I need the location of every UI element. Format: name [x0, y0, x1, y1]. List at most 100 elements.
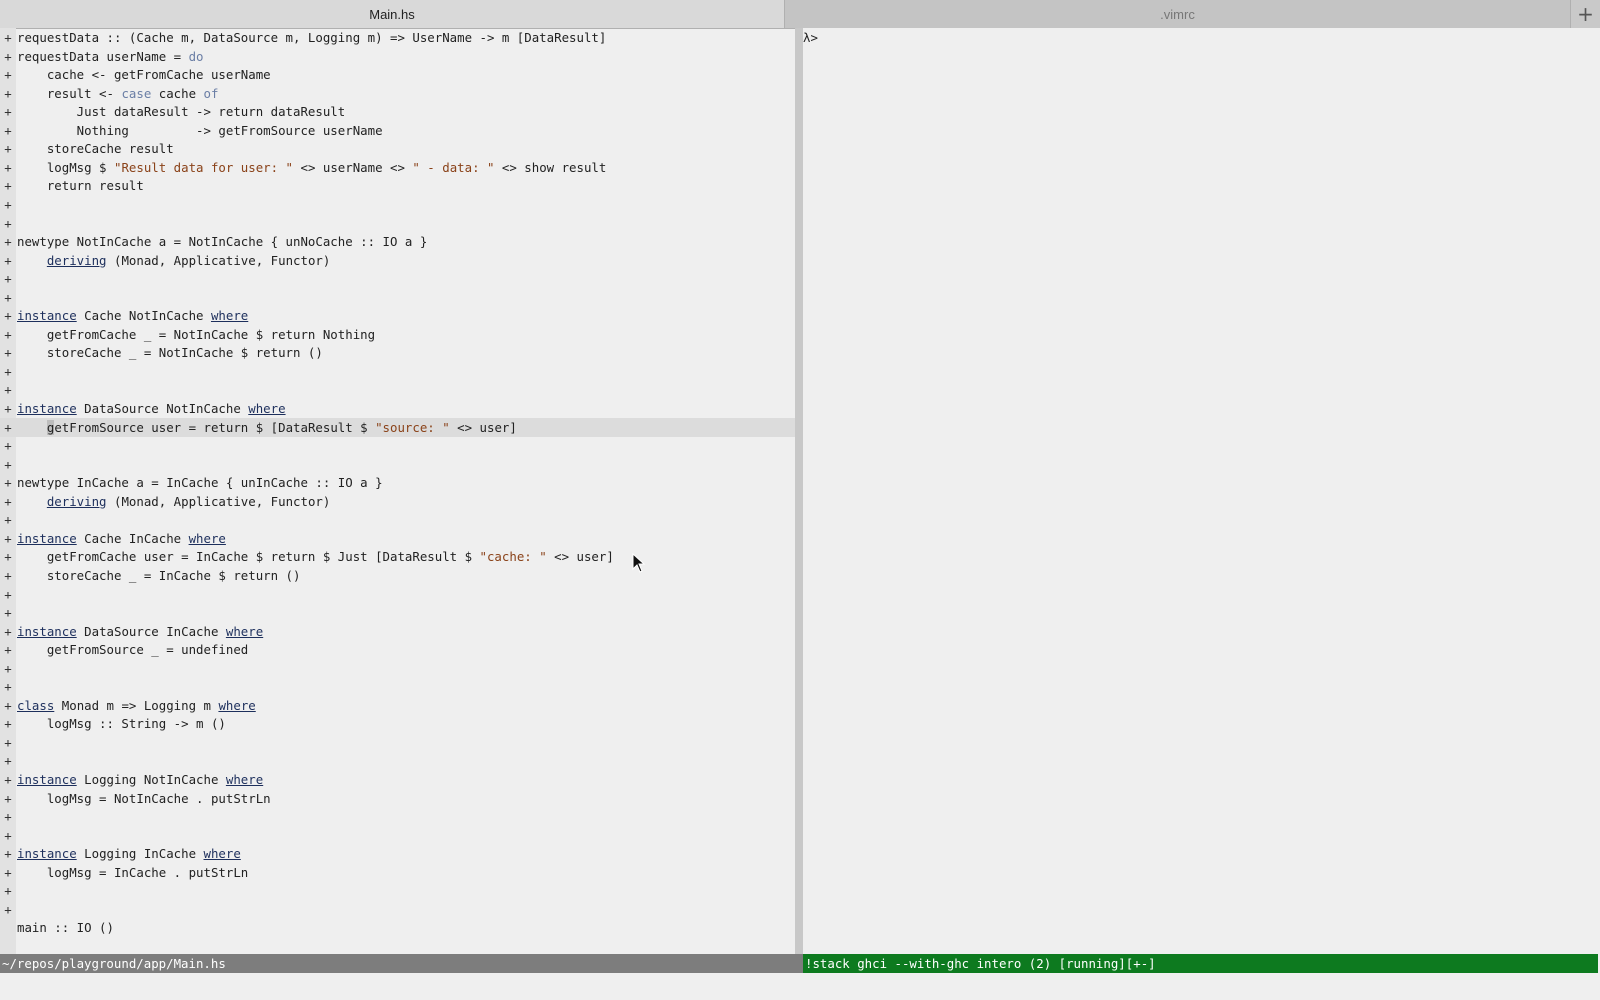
code-line[interactable]: + getFromSource user = return $ [DataRes…: [0, 417, 795, 437]
code-line[interactable]: +: [0, 881, 795, 900]
code-line[interactable]: +: [0, 807, 795, 826]
code-line[interactable]: +: [0, 826, 795, 845]
code-line[interactable]: + instance Logging NotInCache where: [0, 770, 795, 789]
code-line[interactable]: +: [0, 585, 795, 604]
git-added-sign: +: [4, 660, 12, 676]
tab-vimrc[interactable]: .vimrc: [785, 0, 1570, 28]
tab-main-hs[interactable]: Main.hs: [0, 0, 785, 28]
code-text: logMsg = InCache . putStrLn: [17, 863, 248, 882]
editor-pane[interactable]: + requestData :: (Cache m, DataSource m, …: [0, 28, 795, 954]
code-line[interactable]: + deriving (Monad, Applicative, Functor): [0, 251, 795, 270]
code-line[interactable]: +: [0, 455, 795, 474]
code-line[interactable]: + return result: [0, 176, 795, 195]
code-line[interactable]: + instance DataSource NotInCache where: [0, 399, 795, 418]
token-kw: where: [218, 697, 256, 713]
code-line[interactable]: + logMsg :: String -> m (): [0, 714, 795, 733]
code-text: requestData userName = do: [17, 47, 204, 66]
code-line[interactable]: + logMsg = InCache . putStrLn: [0, 863, 795, 882]
git-added-sign: +: [4, 308, 12, 324]
code-line[interactable]: + storeCache result: [0, 139, 795, 158]
git-added-sign: +: [4, 512, 12, 528]
git-added-sign: +: [4, 48, 12, 64]
git-added-sign: +: [4, 419, 12, 435]
code-line[interactable]: +: [0, 288, 795, 307]
code-line[interactable]: +: [0, 214, 795, 233]
code-line[interactable]: +: [0, 603, 795, 622]
code-line[interactable]: + getFromSource _ = undefined: [0, 640, 795, 659]
token: getFromSource _ = undefined: [17, 642, 249, 658]
code-text: result <- case cache of: [17, 84, 219, 103]
token: etFromSource user = return $ [DataResult…: [54, 419, 376, 435]
code-line[interactable]: +: [0, 362, 795, 381]
git-added-sign: +: [4, 326, 12, 342]
token: <> user]: [449, 419, 517, 435]
git-added-sign: +: [4, 530, 12, 546]
code-line[interactable]: +: [0, 269, 795, 288]
token: storeCache _ = InCache $ return (): [17, 567, 301, 583]
code-line[interactable]: + storeCache _ = NotInCache $ return (): [0, 343, 795, 362]
git-added-sign: +: [4, 642, 12, 658]
token-str: "source: ": [375, 419, 450, 435]
git-added-sign: +: [4, 901, 12, 917]
code-line[interactable]: + instance Logging InCache where: [0, 844, 795, 863]
code-line[interactable]: +: [0, 659, 795, 678]
ghci-prompt: λ>: [803, 30, 818, 45]
code-line[interactable]: + instance Cache NotInCache where: [0, 306, 795, 325]
code-line[interactable]: +: [0, 380, 795, 399]
code-line[interactable]: + newtype InCache a = InCache { unInCache…: [0, 473, 795, 492]
git-added-sign: +: [4, 438, 12, 454]
token-kw2: do: [188, 48, 204, 64]
git-added-sign: +: [4, 85, 12, 101]
code-line[interactable]: + class Monad m => Logging m where: [0, 696, 795, 715]
code-line[interactable]: +: [0, 510, 795, 529]
git-added-sign: +: [4, 790, 12, 806]
git-added-sign: +: [4, 104, 12, 120]
vertical-split-divider[interactable]: [795, 28, 803, 954]
code-line[interactable]: + deriving (Monad, Applicative, Functor): [0, 492, 795, 511]
code-line[interactable]: main :: IO (): [0, 918, 795, 937]
new-tab-button[interactable]: +: [1570, 0, 1600, 28]
tab-label: Main.hs: [369, 6, 415, 22]
code-line[interactable]: + requestData userName = do: [0, 47, 795, 66]
token: getFromCache _ = NotInCache $ return Not…: [17, 326, 376, 342]
code-line[interactable]: + result <- case cache of: [0, 84, 795, 103]
code-line[interactable]: +: [0, 436, 795, 455]
token: (Monad, Applicative, Functor): [106, 493, 331, 509]
token: <> user]: [546, 549, 614, 565]
code-line[interactable]: + logMsg = NotInCache . putStrLn: [0, 789, 795, 808]
token-str: "cache: ": [479, 549, 547, 565]
code-line[interactable]: +: [0, 677, 795, 696]
git-added-sign: +: [4, 809, 12, 825]
code-line[interactable]: +: [0, 751, 795, 770]
code-line[interactable]: + cache <- getFromCache userName: [0, 65, 795, 84]
git-added-sign: +: [4, 753, 12, 769]
code-line[interactable]: + newtype NotInCache a = NotInCache { unN…: [0, 232, 795, 251]
token-kw: instance: [17, 846, 77, 862]
code-line[interactable]: + instance Cache InCache where: [0, 529, 795, 548]
code-text: getFromSource _ = undefined: [17, 640, 248, 659]
code-line[interactable]: + getFromCache user = InCache $ return $…: [0, 547, 795, 566]
terminal-pane[interactable]: λ>: [803, 28, 1600, 954]
code-line[interactable]: + requestData :: (Cache m, DataSource m, …: [0, 28, 795, 47]
code-text: storeCache result: [17, 139, 174, 158]
code-line[interactable]: + storeCache _ = InCache $ return (): [0, 566, 795, 585]
code-line[interactable]: +: [0, 195, 795, 214]
command-line[interactable]: [0, 973, 1600, 1000]
git-added-sign: +: [4, 456, 12, 472]
token-kw: deriving: [46, 493, 107, 509]
code-text: main :: IO (): [17, 918, 114, 937]
code-line[interactable]: + Just dataResult -> return dataResult: [0, 102, 795, 121]
token: DataSource InCache: [76, 623, 226, 639]
git-added-sign: +: [4, 679, 12, 695]
git-added-sign: +: [4, 234, 12, 250]
git-added-sign: +: [4, 586, 12, 602]
code-line[interactable]: + Nothing -> getFromSource userName: [0, 121, 795, 140]
code-line[interactable]: +: [0, 900, 795, 919]
code-line[interactable]: + logMsg $ "Result data for user: " <> u…: [0, 158, 795, 177]
git-added-sign: +: [4, 883, 12, 899]
git-added-sign: +: [4, 178, 12, 194]
code-line[interactable]: +: [0, 733, 795, 752]
token: Cache InCache: [76, 530, 189, 546]
code-line[interactable]: + getFromCache _ = NotInCache $ return N…: [0, 325, 795, 344]
code-line[interactable]: + instance DataSource InCache where: [0, 622, 795, 641]
